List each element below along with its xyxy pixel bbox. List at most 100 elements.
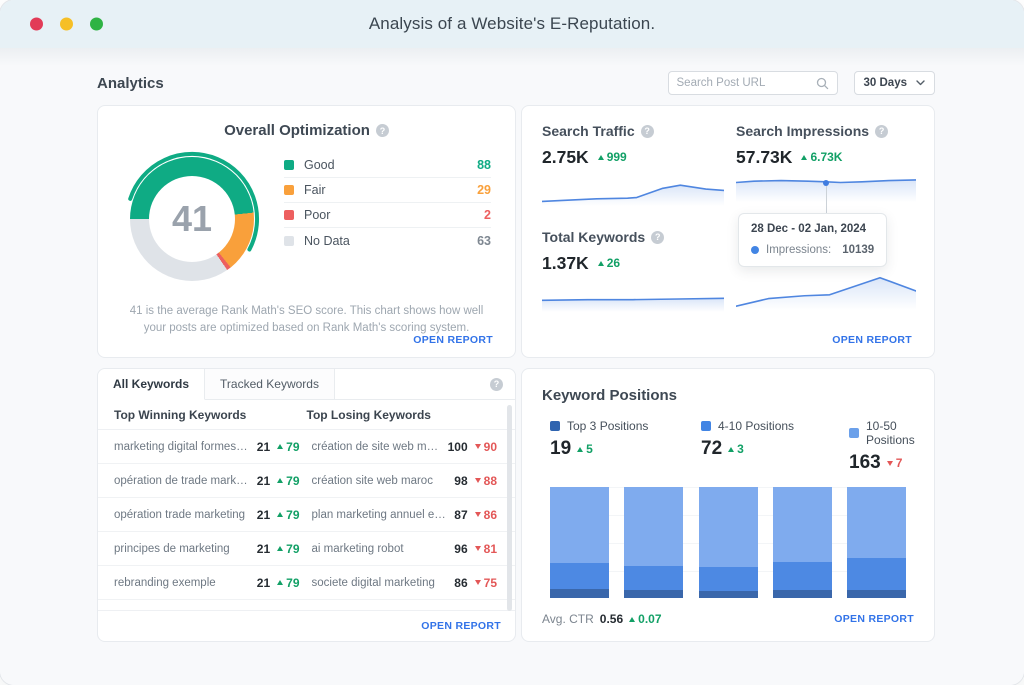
- keyword-row[interactable]: opération de trade market... 21 79 créat…: [98, 464, 515, 498]
- keyword-text: création site web maroc: [312, 475, 448, 487]
- search-input[interactable]: [677, 77, 816, 89]
- help-icon[interactable]: [376, 124, 389, 137]
- up-arrow-icon: [629, 617, 635, 622]
- window-title: Analysis of a Website's E-Reputation.: [369, 14, 655, 34]
- legend-value: 63: [477, 234, 491, 248]
- legend-label: Poor: [304, 208, 330, 222]
- open-report-link[interactable]: OPEN REPORT: [832, 334, 912, 346]
- keyword-delta: 79: [277, 576, 299, 590]
- optimization-donut-chart[interactable]: 41: [122, 149, 262, 289]
- titlebar: Analysis of a Website's E-Reputation.: [0, 0, 1024, 48]
- keyword-row[interactable]: opération trade marketing 21 79 plan mar…: [98, 498, 515, 532]
- metric-label-text: Total Keywords: [542, 229, 645, 245]
- open-report-link[interactable]: OPEN REPORT: [413, 334, 493, 346]
- open-report-link[interactable]: OPEN REPORT: [421, 620, 501, 632]
- metric-value: 1.37K: [542, 253, 589, 274]
- legend-value: 19: [550, 438, 571, 460]
- keyword-row[interactable]: principes de marketing 21 79 ai marketin…: [98, 532, 515, 566]
- legend-label: Good: [304, 158, 335, 172]
- winning-cell: rebranding exemple 21 79: [114, 576, 312, 590]
- positions-bar-chart[interactable]: [550, 487, 906, 598]
- legend-label: 10-50 Positions: [866, 419, 915, 447]
- keywords-footer: OPEN REPORT: [98, 610, 515, 641]
- legend-swatch: [550, 421, 560, 431]
- keyword-position: 21: [257, 576, 270, 590]
- legend-swatch: [284, 185, 294, 195]
- up-arrow-icon: [801, 155, 807, 160]
- help-icon[interactable]: [641, 125, 654, 138]
- metric-value: 57.73K: [736, 147, 792, 168]
- search-icon: [816, 77, 829, 90]
- legend-label: No Data: [304, 234, 350, 248]
- keyword-row[interactable]: marketing digital formes d... 21 79 créa…: [98, 430, 515, 464]
- up-arrow-icon: [577, 447, 583, 452]
- help-icon[interactable]: [875, 125, 888, 138]
- legend-swatch: [701, 421, 711, 431]
- search-traffic-metric: Search Traffic 2.75K 999: [542, 122, 724, 206]
- date-range-dropdown[interactable]: 30 Days: [854, 71, 935, 95]
- minimize-button[interactable]: [60, 18, 73, 31]
- help-icon[interactable]: [651, 231, 664, 244]
- keyword-delta: 90: [475, 440, 497, 454]
- app-window: Analysis of a Website's E-Reputation. An…: [0, 0, 1024, 685]
- metric-label: Search Impressions: [736, 122, 916, 140]
- metric-delta: 26: [598, 256, 620, 270]
- legend-value: 2: [484, 208, 491, 222]
- keyword-row[interactable]: rebranding exemple 21 79 societe digital…: [98, 566, 515, 600]
- series-dot-icon: [751, 246, 759, 254]
- keyword-positions-card: Keyword Positions Top 3 Positions 19 5: [521, 368, 935, 642]
- stacked-bar: [550, 487, 609, 598]
- up-arrow-icon: [277, 478, 283, 483]
- metric-delta: 6.73K: [801, 150, 842, 164]
- positions-footer: Avg. CTR 0.56 0.07 OPEN REPORT: [542, 609, 914, 629]
- optimization-legend: Good 88 Fair 29 Poor 2: [284, 153, 491, 253]
- keyword-text: ai marketing robot: [312, 543, 448, 555]
- up-arrow-icon: [598, 155, 604, 160]
- avg-ctr: Avg. CTR 0.56 0.07: [542, 612, 662, 626]
- metric-value-row: 1.37K 26: [542, 253, 724, 273]
- keyword-position: 21: [257, 542, 270, 556]
- losing-cell: plan marketing annuel ex... 87 86: [312, 508, 500, 522]
- legend-item-10-50: 10-50 Positions 163 7: [849, 419, 915, 474]
- card-title-text: Overall Optimization: [224, 122, 370, 139]
- metric-delta: 999: [598, 150, 627, 164]
- keywords-card: All Keywords Tracked Keywords Top Winnin…: [97, 368, 516, 642]
- keyword-delta: 86: [475, 508, 497, 522]
- metric-value-row: 2.75K 999: [542, 147, 724, 167]
- winning-cell: opération trade marketing 21 79: [114, 508, 312, 522]
- down-arrow-icon: [475, 546, 481, 551]
- open-report-link[interactable]: OPEN REPORT: [834, 613, 914, 625]
- avg-ctr-value: 0.56: [600, 612, 623, 626]
- column-header-losing: Top Losing Keywords: [307, 408, 500, 422]
- card-title: Keyword Positions: [542, 387, 914, 404]
- tab-all-keywords[interactable]: All Keywords: [98, 369, 205, 400]
- close-button[interactable]: [30, 18, 43, 31]
- dashboard-grid: Overall Optimization 41 Good: [97, 105, 935, 642]
- table-scrollbar[interactable]: [507, 405, 512, 611]
- zoom-button[interactable]: [90, 18, 103, 31]
- legend-value-row: 163 7: [849, 452, 915, 474]
- chart-tooltip: 28 Dec - 02 Jan, 2024 Impressions: 10139: [738, 213, 887, 267]
- help-icon[interactable]: [490, 378, 503, 391]
- up-arrow-icon: [277, 444, 283, 449]
- legend-row-fair: Fair 29: [284, 178, 491, 203]
- legend-value: 163: [849, 452, 881, 474]
- keyword-delta: 79: [277, 440, 299, 454]
- hover-point-marker: [823, 180, 829, 186]
- losing-cell: création site web maroc 98 88: [312, 474, 500, 488]
- search-traffic-sparkline[interactable]: [542, 180, 724, 206]
- winning-cell: opération de trade market... 21 79: [114, 474, 312, 488]
- up-arrow-icon: [277, 512, 283, 517]
- main-content: Analytics 30 Days: [0, 48, 1024, 685]
- secondary-sparkline[interactable]: [736, 272, 916, 310]
- legend-value-row: 72 3: [701, 438, 849, 460]
- tooltip-date-range: 28 Dec - 02 Jan, 2024: [751, 223, 874, 235]
- keyword-delta: 79: [277, 542, 299, 556]
- total-keywords-sparkline[interactable]: [542, 286, 724, 312]
- keyword-text: marketing digital formes d...: [114, 441, 250, 453]
- losing-cell: societe digital marketing 86 75: [312, 576, 500, 590]
- tab-tracked-keywords[interactable]: Tracked Keywords: [205, 369, 335, 399]
- search-post-url-field[interactable]: [668, 71, 838, 95]
- page-title: Analytics: [97, 75, 164, 92]
- legend-label: Top 3 Positions: [567, 419, 648, 433]
